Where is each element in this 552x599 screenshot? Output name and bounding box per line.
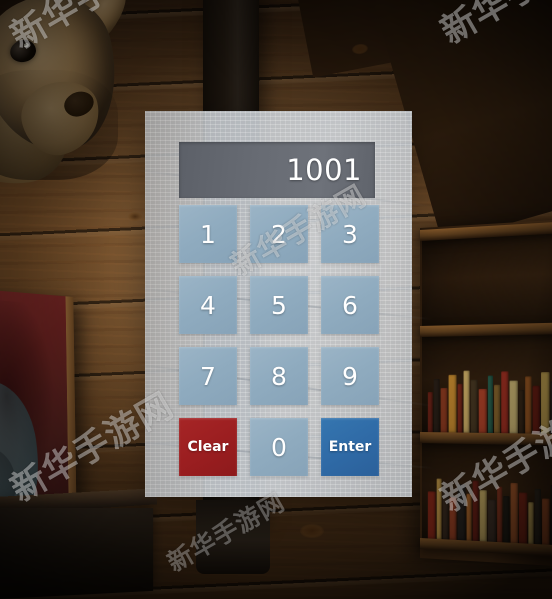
book bbox=[471, 380, 478, 433]
book bbox=[437, 479, 442, 540]
book bbox=[450, 497, 457, 540]
key-4-label: 4 bbox=[200, 291, 216, 320]
keypad-key-grid: 1 2 3 4 5 6 7 8 9 Clear 0 Enter bbox=[179, 205, 379, 476]
book bbox=[464, 371, 470, 433]
book bbox=[428, 491, 436, 539]
key-2[interactable]: 2 bbox=[250, 205, 308, 263]
key-8[interactable]: 8 bbox=[250, 347, 308, 405]
key-7[interactable]: 7 bbox=[179, 347, 237, 405]
book bbox=[458, 384, 463, 433]
book bbox=[519, 492, 527, 543]
key-8-label: 8 bbox=[271, 362, 287, 391]
book-row bbox=[428, 368, 552, 434]
book bbox=[479, 389, 487, 433]
wood-knot bbox=[128, 212, 142, 221]
book bbox=[494, 385, 500, 433]
key-3[interactable]: 3 bbox=[321, 205, 379, 263]
shelf-cavity bbox=[422, 443, 552, 546]
key-3-label: 3 bbox=[342, 220, 358, 249]
key-0[interactable]: 0 bbox=[250, 418, 308, 476]
key-1[interactable]: 1 bbox=[179, 205, 237, 263]
key-6-label: 6 bbox=[342, 291, 358, 320]
book bbox=[488, 500, 496, 542]
key-5[interactable]: 5 bbox=[250, 276, 308, 334]
shelf-cavity bbox=[422, 334, 552, 434]
book bbox=[535, 489, 541, 545]
book bbox=[510, 381, 518, 434]
book bbox=[528, 502, 533, 544]
keypad-panel: 1001 1 2 3 4 5 6 7 8 9 Clear 0 Enter bbox=[145, 111, 412, 497]
keypad-display: 1001 bbox=[179, 142, 375, 198]
book bbox=[542, 498, 549, 544]
book bbox=[443, 488, 449, 540]
key-2-label: 2 bbox=[271, 220, 287, 249]
shelf-cavity bbox=[422, 233, 552, 326]
deer-head-mount bbox=[0, 0, 168, 170]
book bbox=[467, 494, 472, 541]
book bbox=[501, 371, 508, 433]
book bbox=[488, 376, 493, 433]
key-0-label: 0 bbox=[271, 433, 287, 462]
screenshot-root: 1001 1 2 3 4 5 6 7 8 9 Clear 0 Enter 新华手游网 新华手游网 新华手游… bbox=[0, 0, 552, 599]
book bbox=[428, 392, 433, 432]
book bbox=[503, 496, 509, 543]
key-enter[interactable]: Enter bbox=[321, 418, 379, 476]
key-clear-label: Clear bbox=[188, 439, 229, 455]
key-4[interactable]: 4 bbox=[179, 276, 237, 334]
key-1-label: 1 bbox=[200, 220, 216, 249]
book bbox=[473, 481, 479, 541]
book bbox=[497, 487, 502, 543]
wood-knot bbox=[300, 524, 324, 538]
book-row bbox=[428, 476, 552, 548]
key-7-label: 7 bbox=[200, 362, 216, 391]
book bbox=[434, 379, 440, 432]
book bbox=[458, 484, 466, 540]
book bbox=[449, 375, 457, 433]
book bbox=[519, 390, 524, 434]
key-6[interactable]: 6 bbox=[321, 276, 379, 334]
key-9[interactable]: 9 bbox=[321, 347, 379, 405]
book bbox=[525, 376, 531, 433]
book bbox=[541, 372, 550, 434]
key-enter-label: Enter bbox=[329, 439, 372, 455]
deer-shading bbox=[0, 70, 118, 180]
book bbox=[480, 490, 487, 541]
key-clear[interactable]: Clear bbox=[179, 418, 237, 476]
key-9-label: 9 bbox=[342, 362, 358, 391]
key-5-label: 5 bbox=[271, 291, 287, 320]
book bbox=[533, 386, 540, 434]
bench bbox=[0, 508, 153, 599]
wall-poster bbox=[0, 288, 76, 524]
book bbox=[441, 388, 448, 432]
pillar-base bbox=[196, 500, 270, 574]
bookshelf bbox=[420, 219, 552, 567]
poster-shadow bbox=[0, 298, 76, 520]
book bbox=[511, 483, 518, 543]
display-value: 1001 bbox=[286, 156, 375, 185]
